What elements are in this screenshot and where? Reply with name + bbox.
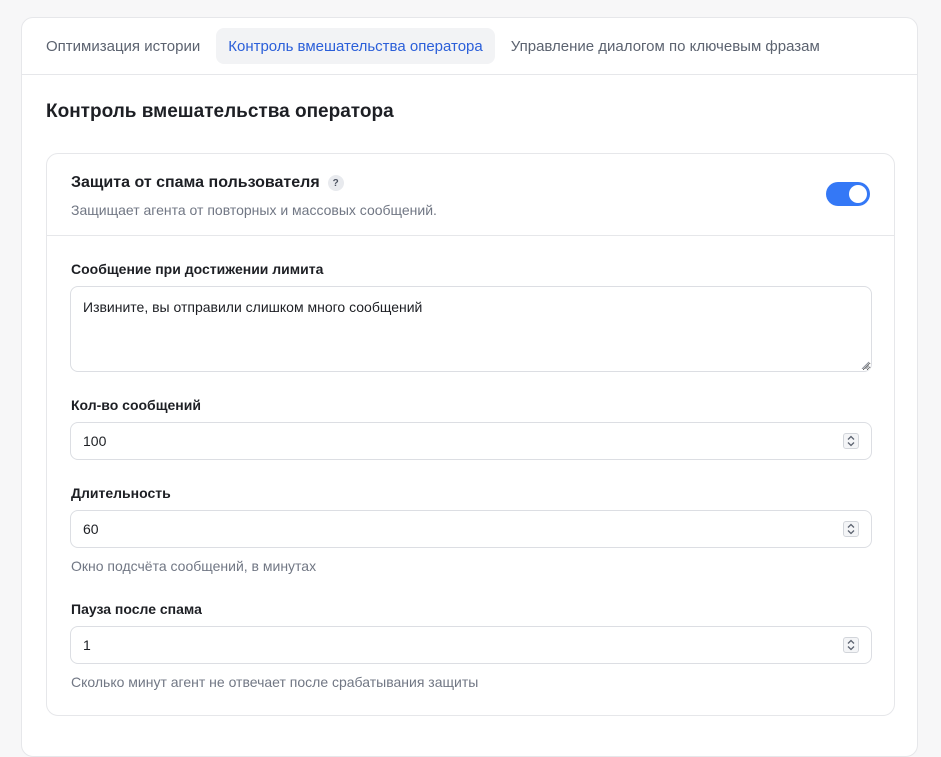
pause-stepper[interactable] bbox=[843, 637, 859, 653]
message-count-value: 100 bbox=[83, 433, 107, 449]
tab-bar: Оптимизация истории Контроль вмешательст… bbox=[22, 18, 917, 75]
message-count-stepper[interactable] bbox=[843, 433, 859, 449]
limit-message-textarea[interactable] bbox=[70, 286, 872, 372]
message-count-input[interactable]: 100 bbox=[70, 422, 872, 460]
duration-hint: Окно подсчёта сообщений, в минутах bbox=[71, 558, 317, 574]
settings-panel: Оптимизация истории Контроль вмешательст… bbox=[21, 17, 918, 757]
spam-protection-card: Защита от спама пользователя ? Защищает … bbox=[46, 153, 895, 716]
spam-protection-toggle[interactable] bbox=[826, 182, 870, 206]
duration-value: 60 bbox=[83, 521, 99, 537]
spam-protection-title-row: Защита от спама пользователя ? bbox=[71, 174, 344, 192]
pause-value: 1 bbox=[83, 637, 91, 653]
tab-keyword-dialog-control[interactable]: Управление диалогом по ключевым фразам bbox=[499, 28, 832, 64]
limit-message-label: Сообщение при достижении лимита bbox=[71, 261, 324, 277]
pause-hint: Сколько минут агент не отвечает после ср… bbox=[71, 674, 479, 690]
spam-protection-title: Защита от спама пользователя bbox=[71, 174, 320, 191]
tab-history-optimization[interactable]: Оптимизация истории bbox=[34, 28, 212, 64]
message-count-label: Кол-во сообщений bbox=[71, 397, 201, 413]
duration-stepper[interactable] bbox=[843, 521, 859, 537]
pause-label: Пауза после спама bbox=[71, 601, 202, 617]
spam-protection-header: Защита от спама пользователя ? Защищает … bbox=[47, 154, 894, 236]
tab-operator-intervention[interactable]: Контроль вмешательства оператора bbox=[216, 28, 495, 64]
toggle-knob bbox=[849, 185, 867, 203]
pause-input[interactable]: 1 bbox=[70, 626, 872, 664]
stepper-arrows-icon bbox=[847, 523, 855, 535]
help-icon[interactable]: ? bbox=[327, 175, 344, 191]
section-title: Контроль вмешательства оператора bbox=[46, 101, 394, 122]
duration-label: Длительность bbox=[71, 485, 171, 501]
duration-input[interactable]: 60 bbox=[70, 510, 872, 548]
spam-protection-description: Защищает агента от повторных и массовых … bbox=[71, 202, 437, 218]
stepper-arrows-icon bbox=[847, 435, 855, 447]
stepper-arrows-icon bbox=[847, 639, 855, 651]
